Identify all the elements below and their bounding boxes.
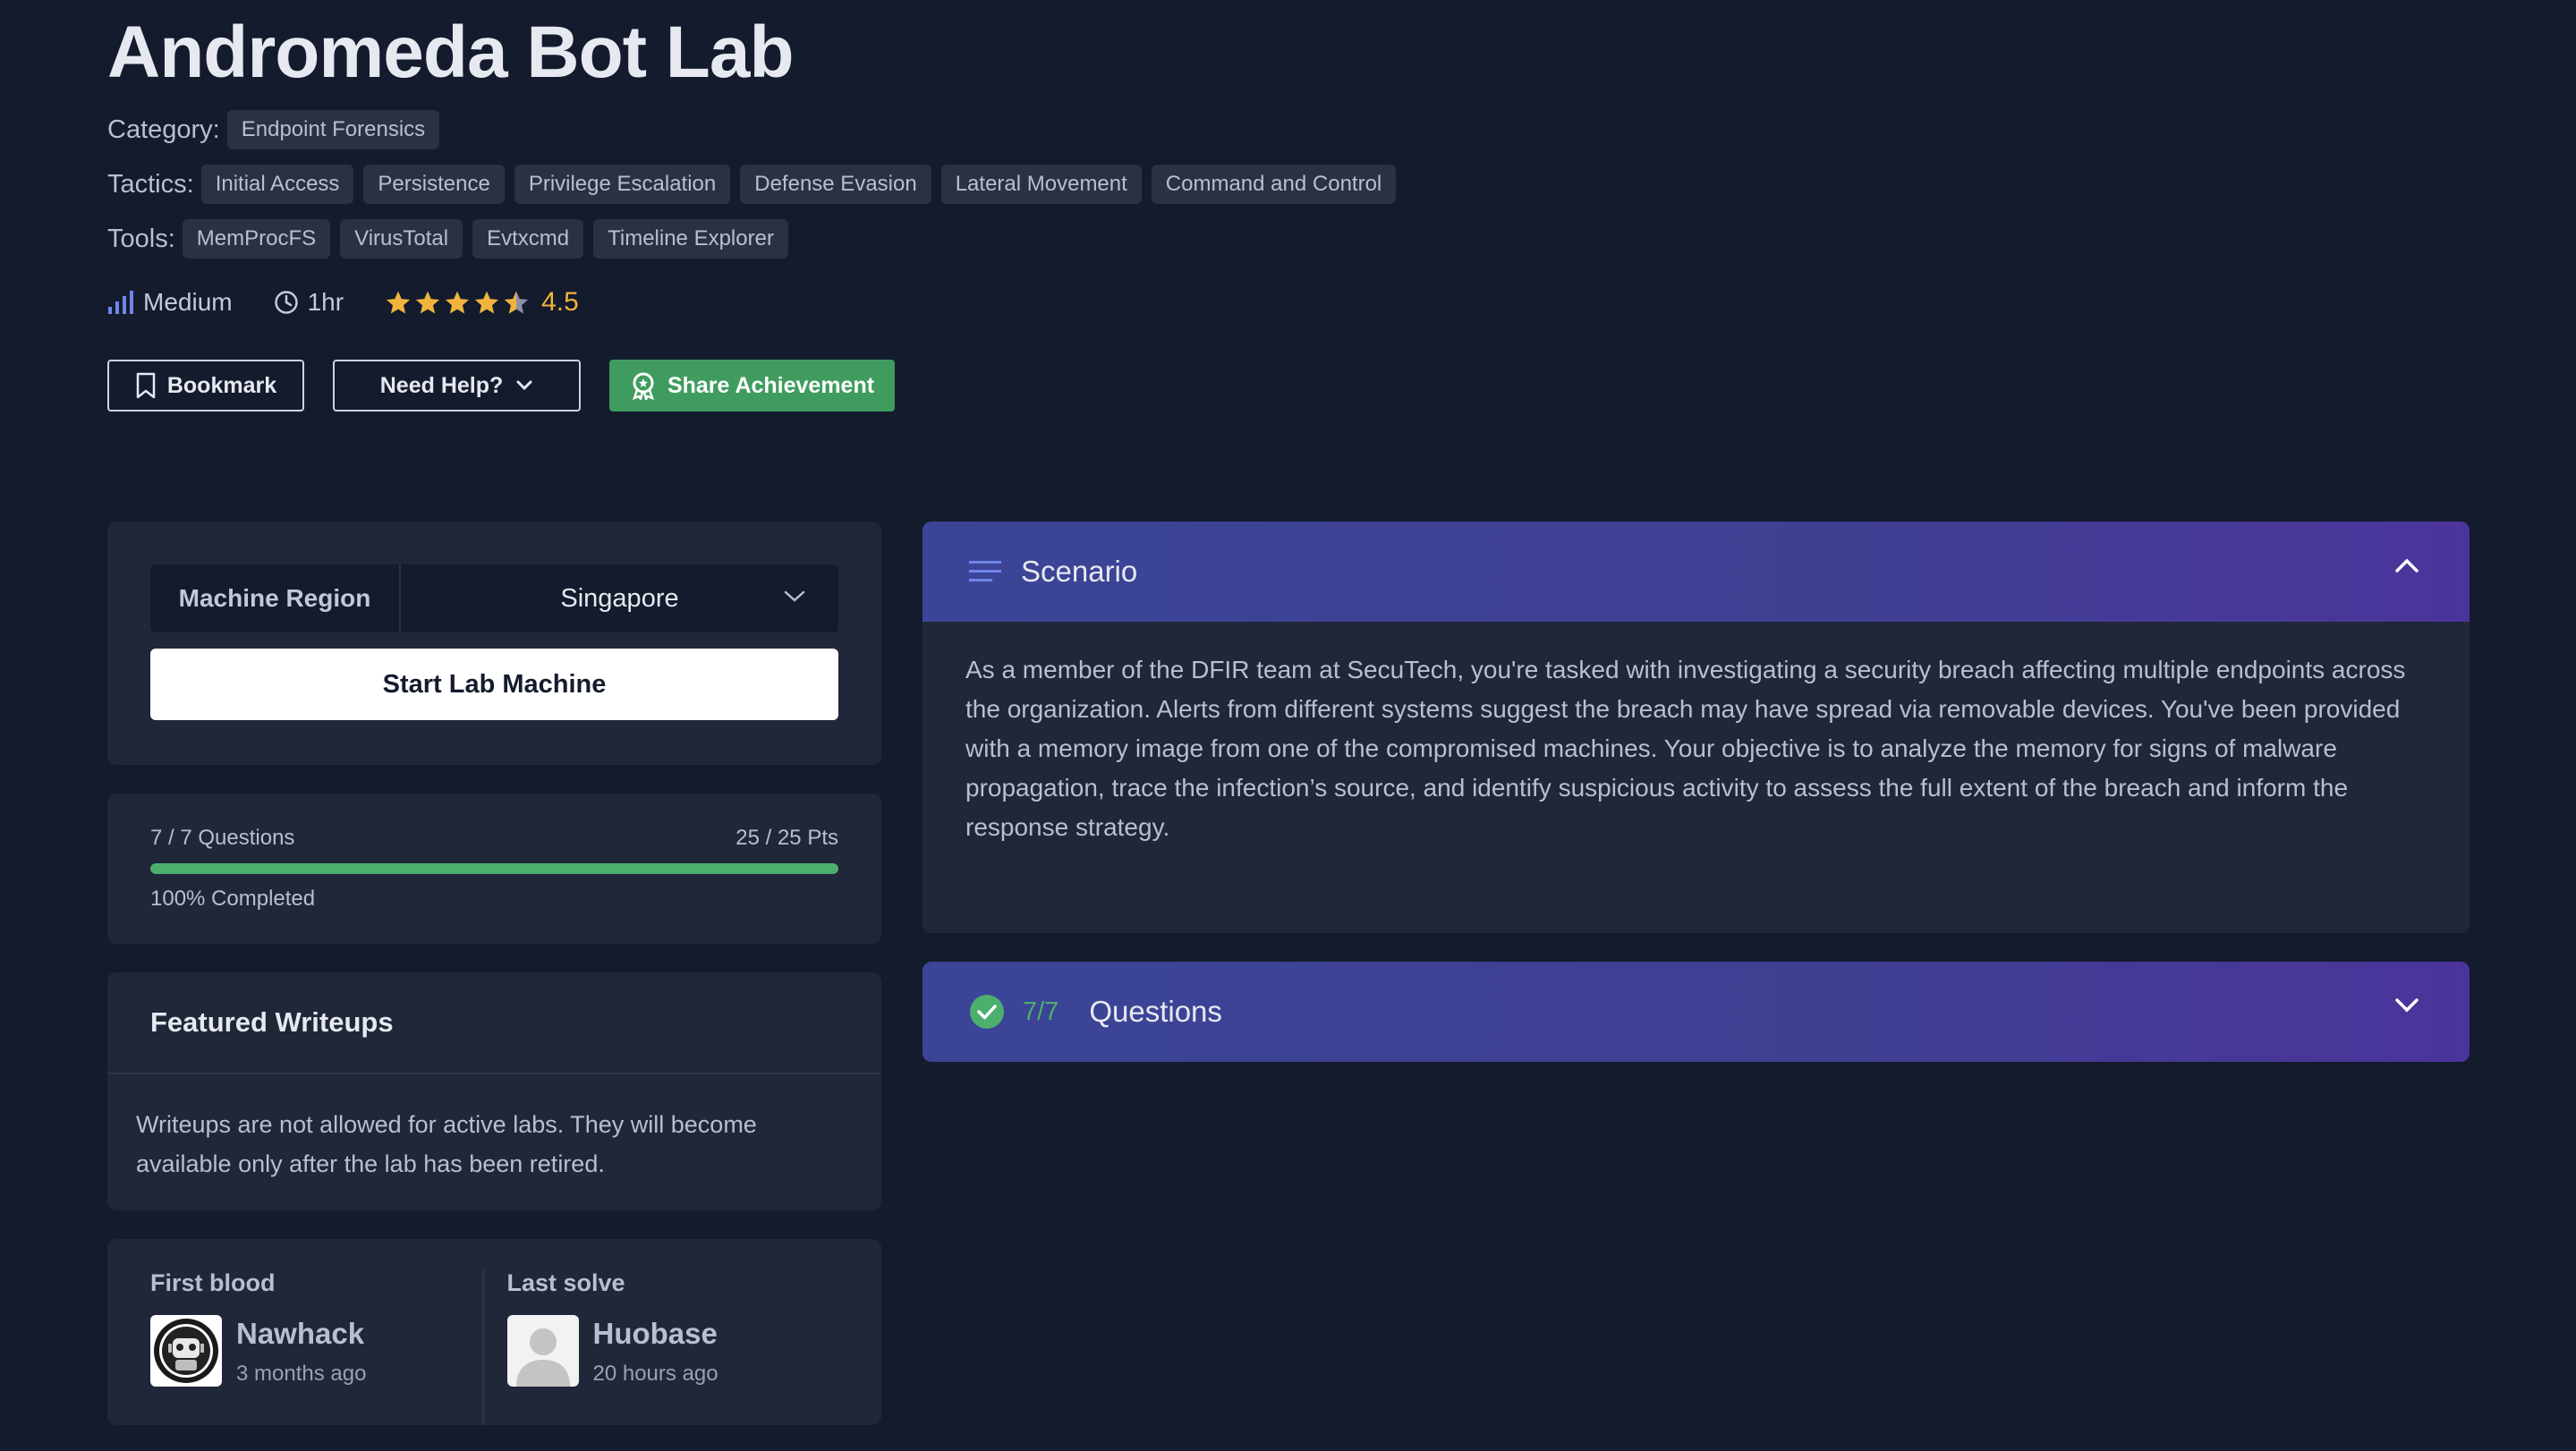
completion-text: 100% Completed [150, 887, 316, 911]
tactic-chip[interactable]: Privilege Escalation [514, 165, 731, 204]
star-icon [445, 291, 470, 314]
featured-writeups-title: Featured Writeups [107, 972, 881, 1074]
lab-stats: Medium 1hr 4.5 [107, 284, 1628, 320]
scenario-title: Scenario [1021, 555, 1138, 588]
check-circle-icon [970, 995, 1004, 1029]
text-lines-icon [969, 561, 1001, 581]
tactics-label: Tactics: [107, 169, 194, 199]
scenario-text: As a member of the DFIR team at SecuTech… [922, 622, 2470, 933]
tactic-chip[interactable]: Persistence [363, 165, 505, 204]
avatar[interactable] [506, 1315, 579, 1387]
tool-chip[interactable]: Evtxcmd [472, 219, 584, 259]
first-blood-username[interactable]: Nawhack [236, 1317, 366, 1351]
last-solve: Last solve Huobase 20 hours ago [481, 1269, 839, 1425]
star-icon [415, 291, 440, 314]
machine-region-label: Machine Region [150, 564, 401, 632]
chevron-down-icon [784, 590, 805, 602]
start-lab-machine-button[interactable]: Start Lab Machine [150, 649, 838, 720]
first-blood-label: First blood [150, 1269, 276, 1296]
page-title: Andromeda Bot Lab [107, 12, 795, 93]
duration-stat: 1hr [274, 288, 344, 317]
share-achievement-label: Share Achievement [667, 372, 875, 398]
need-help-label: Need Help? [379, 372, 504, 398]
first-blood: First blood Nawhack 3 months ago [150, 1269, 482, 1425]
rating-value: 4.5 [541, 287, 579, 317]
default-user-avatar-icon [506, 1315, 579, 1387]
star-icon [474, 291, 499, 314]
machine-region-select[interactable]: Machine Region Singapore [150, 564, 838, 632]
tools-row: Tools: MemProcFS VirusTotal Evtxcmd Time… [107, 218, 1628, 259]
featured-writeups-card: Featured Writeups Writeups are not allow… [107, 972, 881, 1210]
questions-count: 7/7 [1023, 997, 1059, 1026]
questions-title: Questions [1089, 995, 1222, 1028]
region-value: Singapore [560, 583, 679, 613]
lab-header: Andromeda Bot Lab Category: Endpoint For… [107, 0, 1628, 412]
points-progress: 25 / 25 Pts [735, 826, 838, 850]
last-solve-user[interactable]: Huobase 20 hours ago [506, 1315, 839, 1387]
category-row: Category: Endpoint Forensics [107, 109, 1628, 150]
first-blood-user[interactable]: Nawhack 3 months ago [150, 1315, 482, 1387]
scenario-header[interactable]: Scenario [922, 522, 2470, 622]
tactic-chip[interactable]: Initial Access [200, 165, 354, 204]
machine-card: Machine Region Singapore Start Lab Machi… [107, 522, 881, 765]
rating-stars: 4.5 [385, 287, 579, 318]
tool-chip[interactable]: MemProcFS [182, 219, 331, 259]
writeups-message: Writeups are not allowed for active labs… [136, 1111, 757, 1177]
questions-progress: 7 / 7 Questions [150, 826, 295, 850]
right-column: Scenario As a member of the DFIR team at… [922, 522, 2470, 1062]
questions-header[interactable]: 7/7 Questions [922, 962, 2470, 1062]
need-help-button[interactable]: Need Help? [333, 360, 581, 412]
duration-label: 1hr [307, 288, 344, 316]
clock-icon [274, 291, 298, 314]
first-blood-time: 3 months ago [236, 1362, 367, 1386]
last-solve-label: Last solve [506, 1269, 625, 1296]
award-icon [632, 372, 654, 400]
tactics-row: Tactics: Initial Access Persistence Priv… [107, 164, 1628, 205]
tactic-chip[interactable]: Command and Control [1151, 165, 1397, 204]
last-solve-username[interactable]: Huobase [593, 1317, 718, 1351]
half-star-icon [504, 291, 529, 314]
left-column: Machine Region Singapore Start Lab Machi… [107, 522, 881, 1425]
share-achievement-button[interactable]: Share Achievement [609, 360, 895, 412]
lab-actions: Bookmark Need Help? Share Achievement [107, 360, 1628, 412]
solves-card: First blood Nawhack 3 months ago Last so… [107, 1239, 881, 1425]
progress-bar-fill [150, 863, 838, 874]
last-solve-time: 20 hours ago [592, 1362, 718, 1386]
category-label: Category: [107, 115, 220, 144]
difficulty-stat: Medium [107, 288, 233, 317]
chevron-down-icon[interactable] [2394, 997, 2419, 1014]
tactic-chip[interactable]: Defense Evasion [740, 165, 931, 204]
tool-chip[interactable]: VirusTotal [340, 219, 463, 259]
tools-label: Tools: [107, 224, 175, 253]
chevron-down-icon [516, 380, 532, 391]
region-dropdown[interactable]: Singapore [401, 564, 838, 632]
progress-card: 7 / 7 Questions 25 / 25 Pts 100% Complet… [107, 793, 881, 944]
bookmark-icon [136, 372, 156, 399]
difficulty-label: Medium [143, 288, 233, 316]
robot-avatar-icon [150, 1315, 222, 1387]
category-chip[interactable]: Endpoint Forensics [226, 110, 440, 149]
signal-bars-icon [108, 291, 133, 314]
tool-chip[interactable]: Timeline Explorer [593, 219, 788, 259]
progress-summary: 7 / 7 Questions 25 / 25 Pts [150, 826, 838, 851]
tactic-chip[interactable]: Lateral Movement [940, 165, 1142, 204]
avatar[interactable] [150, 1315, 222, 1387]
bookmark-button[interactable]: Bookmark [107, 360, 304, 412]
progress-bar [150, 863, 838, 874]
star-icon [386, 291, 411, 314]
chevron-up-icon[interactable] [2394, 557, 2419, 573]
bookmark-label: Bookmark [166, 372, 277, 398]
